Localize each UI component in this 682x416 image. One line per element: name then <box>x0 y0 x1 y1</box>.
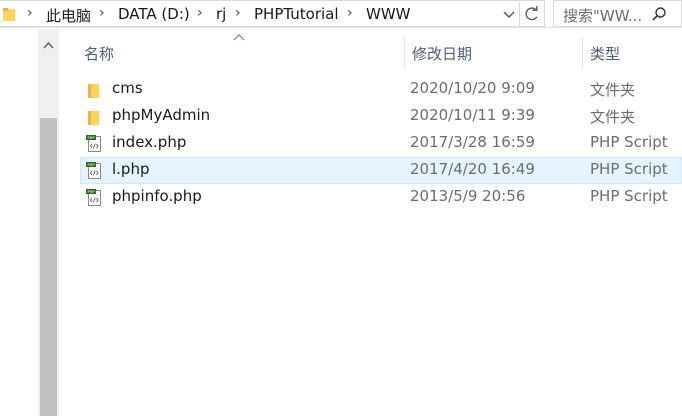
address-toolbar: › 此电脑 › DATA (D:) › rj › PHPTutorial › W… <box>0 0 682 28</box>
breadcrumb-www[interactable]: WWW <box>366 5 411 23</box>
column-header-name[interactable]: 名称 <box>84 37 404 69</box>
breadcrumb-rj[interactable]: rj <box>216 5 226 23</box>
list-item-index-php[interactable]: PHP index.php 2017/3/28 16:59 PHP Script <box>80 130 682 157</box>
list-item-cms[interactable]: cms 2020/10/20 9:09 文件夹 <box>80 76 682 103</box>
column-header-date[interactable]: 修改日期 <box>412 37 582 69</box>
column-divider[interactable] <box>582 37 583 69</box>
list-item-phpmyadmin[interactable]: phpMyAdmin 2020/10/11 9:39 文件夹 <box>80 103 682 130</box>
search-placeholder: 搜索"WW... <box>563 7 643 25</box>
php-file-icon: PHP <box>86 162 101 179</box>
scroll-up-arrow-icon[interactable] <box>38 35 59 55</box>
refresh-icon[interactable] <box>519 2 543 26</box>
folder-icon <box>3 8 15 21</box>
column-header-row: 名称 修改日期 类型 <box>60 37 682 69</box>
list-item-l-php[interactable]: PHP l.php 2017/4/20 16:49 PHP Script <box>80 157 682 184</box>
breadcrumb-separator-icon[interactable]: › <box>197 5 203 21</box>
list-item-phpinfo-php[interactable]: PHP phpinfo.php 2013/5/9 20:56 PHP Scrip… <box>80 184 682 211</box>
svg-text:PHP: PHP <box>87 163 95 167</box>
file-list: 名称 修改日期 类型 cms 2020/10/20 9:09 文件夹 phpMy… <box>60 29 682 416</box>
breadcrumb-this-pc[interactable]: 此电脑 <box>46 5 91 26</box>
svg-text:PHP: PHP <box>87 190 95 194</box>
breadcrumb-separator-icon[interactable]: › <box>235 5 241 21</box>
php-file-icon: PHP <box>86 135 101 152</box>
breadcrumb-data-drive[interactable]: DATA (D:) <box>118 5 190 23</box>
breadcrumb-separator-icon[interactable]: › <box>27 5 33 21</box>
breadcrumb-separator-icon[interactable]: › <box>347 5 353 21</box>
php-file-icon: PHP <box>86 189 101 206</box>
address-bar[interactable]: › 此电脑 › DATA (D:) › rj › PHPTutorial › W… <box>0 0 545 27</box>
folder-icon <box>88 84 99 98</box>
column-divider[interactable] <box>404 37 405 69</box>
breadcrumb-phptutorial[interactable]: PHPTutorial <box>254 5 339 23</box>
svg-text:PHP: PHP <box>87 136 95 140</box>
scrollbar-thumb[interactable] <box>40 118 57 416</box>
navigation-scrollbar[interactable] <box>38 29 59 416</box>
breadcrumb-separator-icon[interactable]: › <box>99 5 105 21</box>
search-icon[interactable] <box>651 6 667 22</box>
column-header-type[interactable]: 类型 <box>590 37 680 69</box>
address-history-dropdown-icon[interactable] <box>500 5 518 23</box>
search-input[interactable]: 搜索"WW... <box>553 0 682 27</box>
folder-icon <box>88 111 99 125</box>
navigation-pane[interactable] <box>0 29 38 416</box>
